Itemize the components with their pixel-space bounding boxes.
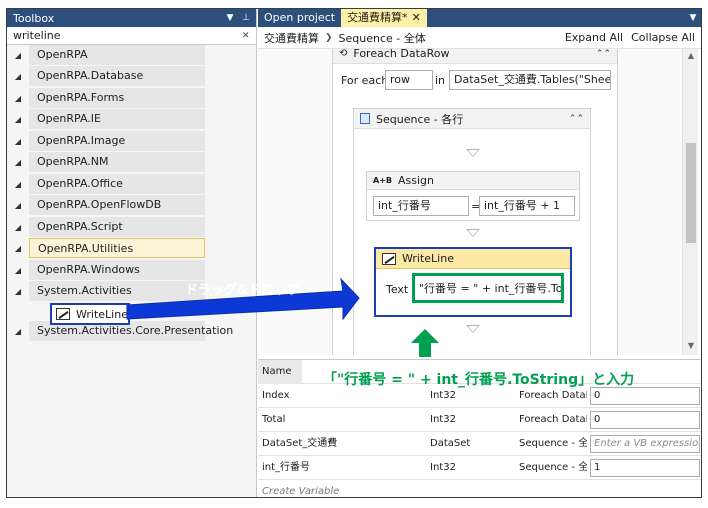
- instruction-annotation: 「"行番号 = " + int_行番号.ToString」と入力: [323, 372, 635, 388]
- annotation-overlay: [126, 277, 439, 357]
- up-arrow-icon: [411, 329, 439, 357]
- app-window: Toolbox ▼ ⊥ writeline ✕ ◢ OpenRPA ◢ OpenRP…: [6, 8, 702, 498]
- drag-drop-annotation: ドラッグ&ドロップ: [185, 283, 301, 298]
